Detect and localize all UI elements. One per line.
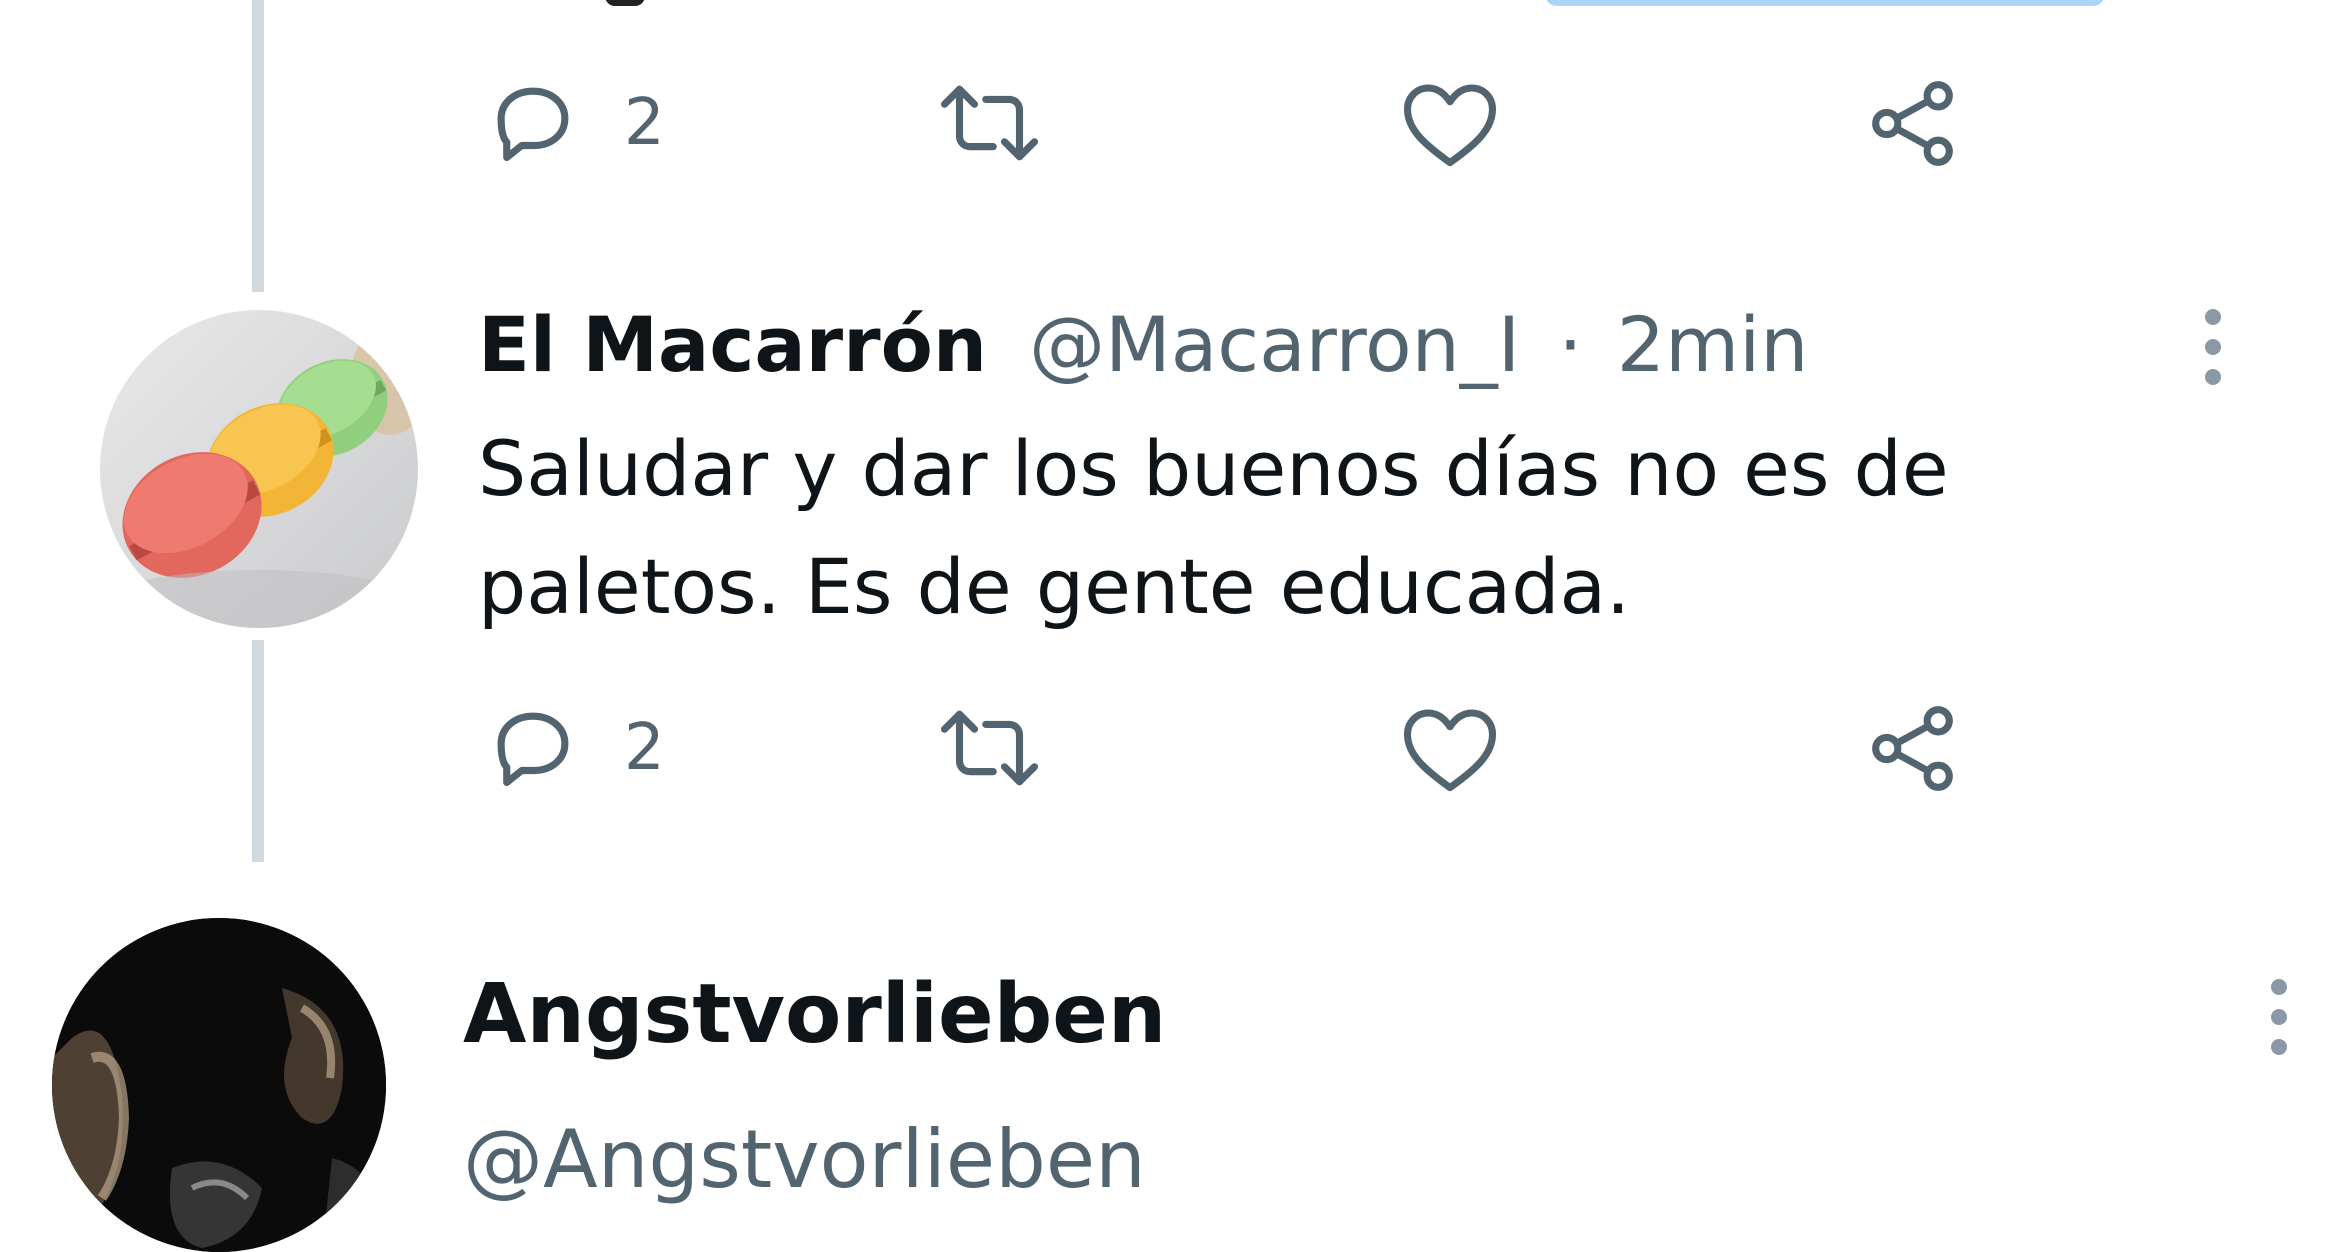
- previous-tweet-action-bar: 2: [480, 68, 1980, 178]
- reply-button[interactable]: 2: [488, 693, 665, 803]
- user-handle[interactable]: @Angstvorlieben: [463, 1105, 1146, 1215]
- more-vertical-icon[interactable]: [2264, 972, 2294, 1062]
- avatar[interactable]: [52, 918, 386, 1252]
- user-handle[interactable]: @Macarron_I: [1029, 300, 1520, 389]
- previous-tweet-media-fragment[interactable]: [1545, 0, 2105, 6]
- separator-dot: ·: [1558, 300, 1583, 389]
- more-vertical-icon[interactable]: [2198, 302, 2228, 392]
- share-button[interactable]: [1865, 68, 1960, 178]
- like-button[interactable]: [1400, 693, 1500, 803]
- tweet-header: El Macarrón @Macarron_I · 2min: [478, 290, 1808, 400]
- tweet-text-line: Saludar y dar los buenos días no es de: [478, 424, 1949, 513]
- previous-tweet-text-fragment: [605, 0, 645, 6]
- display-name[interactable]: El Macarrón: [478, 300, 987, 389]
- tweet-action-bar: 2: [480, 693, 1980, 803]
- dark-photo-avatar-icon: [52, 918, 386, 1252]
- thread-connector-top: [252, 0, 264, 292]
- tweet-text-line: paletos. Es de gente educada.: [478, 542, 1631, 631]
- share-icon: [1865, 701, 1960, 796]
- share-icon: [1865, 76, 1960, 171]
- retweet-icon: [932, 703, 1047, 793]
- reply-button[interactable]: 2: [488, 68, 665, 178]
- timestamp[interactable]: 2min: [1617, 300, 1809, 389]
- like-button[interactable]: [1400, 68, 1500, 178]
- reply-icon: [488, 78, 578, 168]
- retweet-button[interactable]: [932, 693, 1047, 803]
- retweet-icon: [932, 78, 1047, 168]
- heart-icon: [1400, 702, 1500, 794]
- share-button[interactable]: [1865, 693, 1960, 803]
- avatar[interactable]: [100, 310, 418, 628]
- thread-connector-bottom: [252, 640, 264, 862]
- macaron-avatar-icon: [100, 310, 418, 628]
- heart-icon: [1400, 77, 1500, 169]
- retweet-button[interactable]: [932, 68, 1047, 178]
- reply-icon: [488, 703, 578, 793]
- display-name[interactable]: Angstvorlieben: [463, 960, 1166, 1070]
- reply-count: 2: [624, 86, 665, 160]
- tweet-text: Saludar y dar los buenos días no es de p…: [478, 410, 2098, 646]
- reply-count: 2: [624, 711, 665, 785]
